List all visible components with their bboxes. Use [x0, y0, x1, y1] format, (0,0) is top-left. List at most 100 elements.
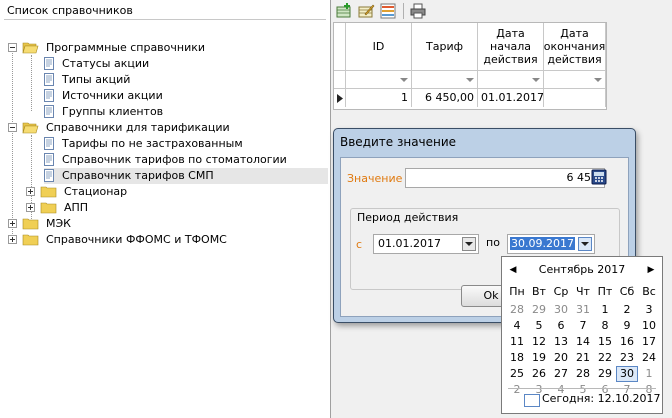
calendar-day[interactable]: 10: [638, 318, 660, 334]
from-date-dropdown-icon[interactable]: [462, 237, 476, 251]
expand-icon[interactable]: [26, 187, 35, 196]
tree-node-ffoms-tfoms[interactable]: Справочники ФФОМС и ТФОМС: [8, 232, 328, 248]
filter-cell-id[interactable]: [346, 71, 412, 89]
calendar-day[interactable]: 31: [572, 302, 594, 318]
column-header-start-date[interactable]: Дата начала действия: [478, 23, 544, 71]
calculator-icon[interactable]: [591, 169, 607, 185]
to-date-dropdown-icon[interactable]: [578, 237, 592, 251]
tree-node-uninsured-tariffs[interactable]: Тарифы по не застрахованным: [44, 136, 324, 152]
calendar-day[interactable]: 29: [528, 302, 550, 318]
list-icon[interactable]: [379, 2, 397, 20]
calendar-day[interactable]: 24: [638, 350, 660, 366]
filter-cell-end[interactable]: [544, 71, 606, 89]
table-cell-tariff[interactable]: 6 450,00: [412, 89, 478, 107]
calendar-day[interactable]: 19: [528, 350, 550, 366]
next-month-icon[interactable]: ▶: [644, 261, 658, 279]
calendar-day[interactable]: 1: [594, 302, 616, 318]
folder-open-icon: [22, 122, 39, 134]
filter-dropdown-icon[interactable]: [466, 78, 474, 82]
tree-node-hospital[interactable]: Стационар: [26, 184, 326, 200]
calendar-day[interactable]: 27: [550, 366, 572, 382]
to-date-field[interactable]: 30.09.2017: [507, 234, 595, 254]
calendar-day[interactable]: 17: [638, 334, 660, 350]
edit-icon[interactable]: [357, 2, 375, 20]
calendar-day[interactable]: 21: [572, 350, 594, 366]
tree-node-label: МЭК: [46, 217, 71, 230]
table-cell-end[interactable]: [544, 89, 606, 107]
tree-node-dental-tariffs[interactable]: Справочник тарифов по стоматологии: [44, 152, 324, 168]
filter-cell-start[interactable]: [478, 71, 544, 89]
column-header-id[interactable]: ID: [346, 23, 412, 71]
tree-node-mek[interactable]: МЭК: [8, 216, 328, 232]
calendar-day[interactable]: 1: [638, 366, 660, 382]
calendar-day[interactable]: 30: [550, 302, 572, 318]
calendar-day[interactable]: 2: [616, 302, 638, 318]
column-header-end-date[interactable]: Дата окончания действия: [544, 23, 606, 71]
calendar-day[interactable]: 25: [506, 366, 528, 382]
date-picker-popup: ◀ Сентябрь 2017 ▶ Пн Вт Ср Чт Пт Сб Вс 28 29 30 3…: [501, 256, 663, 414]
filter-dropdown-icon[interactable]: [532, 78, 540, 82]
filter-dropdown-icon[interactable]: [594, 78, 602, 82]
tree-node-label: АПП: [64, 201, 89, 214]
calendar-day[interactable]: 6: [550, 318, 572, 334]
row-indicator[interactable]: [334, 89, 346, 107]
tree-node-promo-statuses[interactable]: Статусы акции: [44, 56, 324, 72]
calendar-day[interactable]: 18: [506, 350, 528, 366]
tree-node-promo-sources[interactable]: Источники акции: [44, 88, 324, 104]
calendar-month-title[interactable]: Сентябрь 2017: [502, 261, 662, 279]
filter-dropdown-icon[interactable]: [400, 78, 408, 82]
tree-node-promo-types[interactable]: Типы акций: [44, 72, 324, 88]
tree-node-app[interactable]: АПП: [26, 200, 326, 216]
folder-icon: [40, 202, 57, 214]
calendar-day[interactable]: 7: [572, 318, 594, 334]
tree-node-smp-tariffs[interactable]: Справочник тарифов СМП: [44, 168, 328, 184]
calendar-day[interactable]: 11: [506, 334, 528, 350]
add-icon[interactable]: [335, 2, 353, 20]
calendar-day[interactable]: 22: [594, 350, 616, 366]
calendar-day[interactable]: 30: [616, 366, 638, 382]
collapse-icon[interactable]: [8, 123, 17, 132]
document-icon: [44, 169, 54, 182]
expand-icon[interactable]: [8, 235, 17, 244]
expand-icon[interactable]: [8, 219, 17, 228]
calendar-day[interactable]: 13: [550, 334, 572, 350]
tree-node-label: Программные справочники: [46, 41, 206, 54]
calendar-day[interactable]: 15: [594, 334, 616, 350]
table-cell-id[interactable]: 1: [346, 89, 412, 107]
column-header-tariff[interactable]: Тариф: [412, 23, 478, 71]
tree-node-client-groups[interactable]: Группы клиентов: [44, 104, 324, 120]
tree-node-label: Источники акции: [62, 89, 163, 102]
calendar-day[interactable]: 23: [616, 350, 638, 366]
collapse-icon[interactable]: [8, 43, 17, 52]
expand-icon[interactable]: [26, 203, 35, 212]
calendar-day[interactable]: 28: [506, 302, 528, 318]
folder-open-icon: [22, 42, 39, 54]
calendar-day[interactable]: 28: [572, 366, 594, 382]
from-date-field[interactable]: 01.01.2017: [373, 234, 479, 254]
to-date-value: 30.09.2017: [510, 237, 575, 250]
value-field[interactable]: 6 450: [405, 168, 605, 188]
calendar-day[interactable]: 3: [638, 302, 660, 318]
calendar-day[interactable]: 26: [528, 366, 550, 382]
tree-node-tariff-refs[interactable]: Справочники для тарификации: [8, 120, 328, 136]
table-cell-start[interactable]: 01.01.2017: [478, 89, 544, 107]
calendar-day[interactable]: 9: [616, 318, 638, 334]
calendar-day[interactable]: 5: [528, 318, 550, 334]
calendar-day[interactable]: 12: [528, 334, 550, 350]
tree-node-label: Типы акций: [62, 73, 131, 86]
tree-node-program-refs[interactable]: Программные справочники: [8, 40, 328, 56]
today-link[interactable]: Сегодня: 12.10.2017: [542, 392, 661, 405]
reference-tree-panel: Список справочников Программные справочн…: [0, 0, 331, 418]
calendar-day[interactable]: 14: [572, 334, 594, 350]
calendar-day[interactable]: 16: [616, 334, 638, 350]
filter-cell-tariff[interactable]: [412, 71, 478, 89]
tree-node-label: Группы клиентов: [62, 105, 164, 118]
weekday-label: Вт: [532, 285, 546, 298]
calendar-day[interactable]: 4: [506, 318, 528, 334]
calendar-day[interactable]: 20: [550, 350, 572, 366]
calendar-day[interactable]: 8: [594, 318, 616, 334]
current-row-arrow-icon: [337, 94, 343, 103]
calendar-day[interactable]: 29: [594, 366, 616, 382]
tree-node-label: Тарифы по не застрахованным: [62, 137, 243, 150]
print-icon[interactable]: [409, 2, 427, 20]
